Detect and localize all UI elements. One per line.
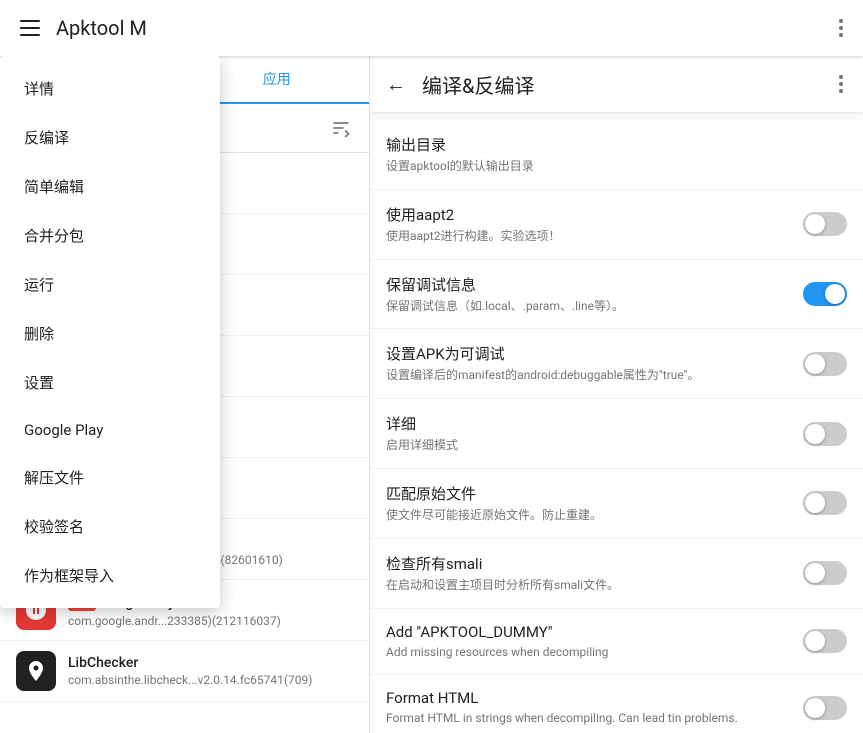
menu-item-simple-edit[interactable]: 简单编辑: [0, 162, 220, 211]
setting-desc-5: 使文件尽可能接近原始文件。防止重建。: [386, 507, 787, 524]
app-name-libchecker: LibChecker: [68, 655, 353, 671]
settings-list: 输出目录 设置apktool的默认输出目录 使用aapt2 使用aapt2进行构…: [370, 112, 863, 733]
menu-item-google-play[interactable]: Google Play: [0, 407, 220, 453]
app-title: Apktool M: [56, 16, 147, 40]
app-bar-left: Apktool M: [16, 16, 835, 40]
menu-item-extract[interactable]: 解压文件: [0, 453, 220, 502]
right-panel-header: ← 编译&反编译: [370, 56, 863, 112]
setting-desc-7: Add missing resources when decompiling: [386, 644, 787, 661]
app-icon-libchecker: [16, 651, 56, 691]
setting-text-5: 匹配原始文件 使文件尽可能接近原始文件。防止重建。: [386, 483, 787, 524]
setting-text-7: Add "APKTOOL_DUMMY" Add missing resource…: [386, 623, 787, 661]
toggle-format-html[interactable]: [803, 696, 847, 720]
menu-item-import-framework[interactable]: 作为框架导入: [0, 551, 220, 600]
setting-title-6: 检查所有smali: [386, 553, 787, 574]
menu-item-details[interactable]: 详情: [0, 64, 220, 113]
setting-apktool-dummy: Add "APKTOOL_DUMMY" Add missing resource…: [370, 609, 863, 676]
setting-desc-2: 保留调试信息（如.local、.param、.line等）。: [386, 298, 787, 315]
setting-verbose: 详细 启用详细模式: [370, 399, 863, 469]
app-bar: Apktool M: [0, 0, 863, 56]
setting-desc-0: 设置apktool的默认输出目录: [386, 158, 847, 175]
setting-title-4: 详细: [386, 413, 787, 434]
menu-item-settings[interactable]: 设置: [0, 358, 220, 407]
setting-text-0: 输出目录 设置apktool的默认输出目录: [386, 134, 847, 175]
setting-debug-info: 保留调试信息 保留调试信息（如.local、.param、.line等）。: [370, 260, 863, 330]
setting-text-1: 使用aapt2 使用aapt2进行构建。实验选项！: [386, 204, 787, 245]
toggle-apktool-dummy[interactable]: [803, 629, 847, 653]
setting-match-original: 匹配原始文件 使文件尽可能接近原始文件。防止重建。: [370, 469, 863, 539]
setting-format-html: Format HTML Format HTML in strings when …: [370, 675, 863, 733]
setting-text-6: 检查所有smali 在启动和设置主项目时分析所有smali文件。: [386, 553, 787, 594]
app-item-libchecker[interactable]: LibChecker com.absinthe.libcheck...v2.0.…: [0, 641, 369, 702]
setting-title-3: 设置APK为可调试: [386, 343, 787, 364]
right-panel-title: 编译&反编译: [422, 70, 819, 99]
setting-check-smali: 检查所有smali 在启动和设置主项目时分析所有smali文件。: [370, 539, 863, 609]
setting-debuggable: 设置APK为可调试 设置编译后的manifest的android:debugga…: [370, 329, 863, 399]
toggle-check-smali[interactable]: [803, 561, 847, 585]
right-panel: ← 编译&反编译 输出目录 设置apktool的默认输出目录 使用aapt2 使…: [370, 56, 863, 733]
setting-output-dir[interactable]: 输出目录 设置apktool的默认输出目录: [370, 120, 863, 190]
setting-aapt2: 使用aapt2 使用aapt2进行构建。实验选项！: [370, 190, 863, 260]
setting-title-8: Format HTML: [386, 689, 787, 707]
toggle-verbose[interactable]: [803, 422, 847, 446]
setting-text-2: 保留调试信息 保留调试信息（如.local、.param、.line等）。: [386, 274, 787, 315]
menu-item-run[interactable]: 运行: [0, 260, 220, 309]
setting-text-3: 设置APK为可调试 设置编译后的manifest的android:debugga…: [386, 343, 787, 384]
sort-button[interactable]: [325, 112, 357, 144]
back-button[interactable]: ←: [386, 72, 406, 97]
setting-title-1: 使用aapt2: [386, 204, 787, 225]
menu-item-decompile[interactable]: 反编译: [0, 113, 220, 162]
app-bar-more-button[interactable]: [835, 15, 847, 41]
hamburger-menu[interactable]: [16, 16, 44, 40]
setting-title-2: 保留调试信息: [386, 274, 787, 295]
toggle-match-original[interactable]: [803, 491, 847, 515]
toggle-debug-info[interactable]: [803, 282, 847, 306]
setting-desc-1: 使用aapt2进行构建。实验选项！: [386, 228, 787, 245]
toggle-debuggable[interactable]: [803, 352, 847, 376]
menu-item-delete[interactable]: 删除: [0, 309, 220, 358]
setting-desc-3: 设置编译后的manifest的android:debuggable属性为"tru…: [386, 367, 787, 384]
setting-text-8: Format HTML Format HTML in strings when …: [386, 689, 787, 727]
app-detail-gpservice: com.google.andr...233385)(212116037): [68, 614, 353, 628]
setting-text-4: 详细 启用详细模式: [386, 413, 787, 454]
menu-item-merge-split[interactable]: 合并分包: [0, 211, 220, 260]
setting-desc-6: 在启动和设置主项目时分析所有smali文件。: [386, 577, 787, 594]
app-detail-libchecker: com.absinthe.libcheck...v2.0.14.fc65741(…: [68, 673, 353, 687]
main-content: 在此 应用 名称 ▾ ...ut: [0, 56, 863, 733]
setting-desc-4: 启用详细模式: [386, 437, 787, 454]
menu-item-verify-sign[interactable]: 校验签名: [0, 502, 220, 551]
setting-title-7: Add "APKTOOL_DUMMY": [386, 623, 787, 641]
app-info-libchecker: LibChecker com.absinthe.libcheck...v2.0.…: [68, 655, 353, 687]
right-panel-more-button[interactable]: [835, 71, 847, 97]
setting-title-0: 输出目录: [386, 134, 847, 155]
setting-title-5: 匹配原始文件: [386, 483, 787, 504]
setting-desc-8: Format HTML in strings when decompiling.…: [386, 710, 787, 727]
context-menu: 详情 反编译 简单编辑 合并分包 运行 删除 设置 Google Play 解压…: [0, 56, 220, 608]
toggle-aapt2[interactable]: [803, 212, 847, 236]
